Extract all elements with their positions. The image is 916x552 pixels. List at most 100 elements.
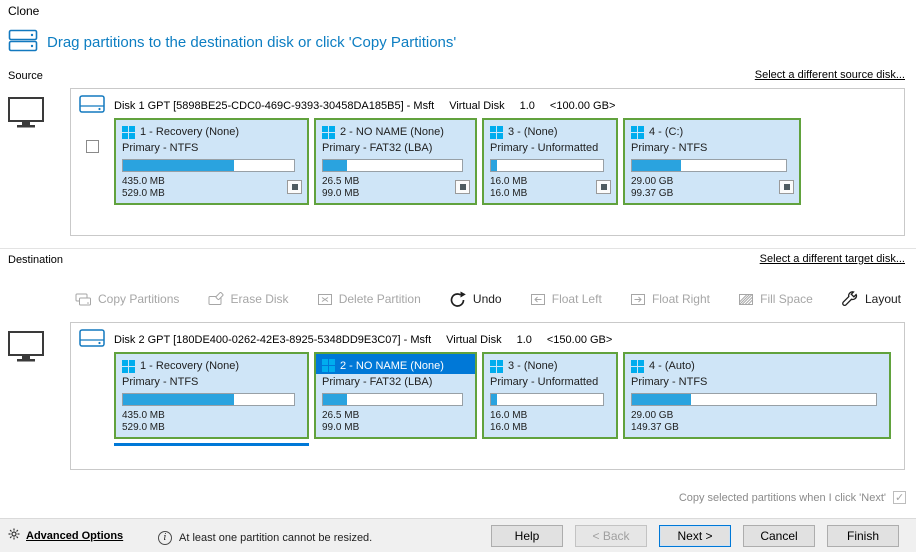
float-right-button: Float Right [630,292,710,307]
partition-usage-fill [632,160,681,171]
partition-total-size: 16.0 MB [490,188,610,200]
partition-sizes: 26.5 MB 99.0 MB [322,410,469,434]
partition-total-size: 529.0 MB [122,188,301,200]
undo-button[interactable]: Undo [449,291,502,308]
square-icon [784,184,790,190]
partition-sizes: 29.00 GB 149.37 GB [631,410,883,434]
partition-title-row: 2 - NO NAME (None) [322,124,469,140]
windows-logo-icon [322,359,335,372]
partition-title-row: 4 - (Auto) [631,358,883,374]
destination-disk-header: Disk 2 GPT [180DE400-0262-42E3-8925-5348… [79,327,612,352]
partition-menu-button[interactable] [596,180,611,194]
partition-menu-button[interactable] [455,180,470,194]
computer-icon [6,330,46,367]
help-button[interactable]: Help [491,525,563,547]
windows-logo-icon [122,360,135,373]
partition-usage-fill [123,394,234,405]
select-source-disk-link[interactable]: Select a different source disk... [755,69,905,81]
partition-usage-bar [122,393,295,406]
erase-disk-button: Erase Disk [208,292,289,307]
next-button[interactable]: Next > [659,525,731,547]
partition-total-size: 149.37 GB [631,422,883,434]
partition-box[interactable]: 3 - (None) Primary - Unformatted 16.0 MB… [482,118,618,205]
partition-usage-fill [123,160,234,171]
partition-sizes: 435.0 MB 529.0 MB [122,410,301,434]
partition-type: Primary - NTFS [631,142,793,154]
partition-sizes: 29.00 GB 99.37 GB [631,176,793,200]
cancel-button[interactable]: Cancel [743,525,815,547]
gear-icon [8,528,20,543]
clone-disks-icon [8,27,38,58]
section-divider [0,248,916,249]
windows-logo-icon [490,360,503,373]
windows-logo-icon [322,126,335,139]
partition-type: Primary - FAT32 (LBA) [322,142,469,154]
partition-usage-fill [323,394,347,405]
partition-title-row: 4 - (C:) [631,124,793,140]
partition-type: Primary - Unformatted [490,142,610,154]
partition-menu-button[interactable] [779,180,794,194]
partition-label: 3 - (None) [508,360,558,372]
partition-sizes: 16.0 MB 16.0 MB [490,410,610,434]
partition-usage-bar [322,159,463,172]
float-left-icon [530,292,546,307]
copy-partitions-button: Copy Partitions [75,292,179,307]
partition-label: 1 - Recovery (None) [140,126,239,138]
undo-icon [449,291,467,308]
delete-partition-button: Delete Partition [317,292,421,307]
source-section-label: Source [8,70,43,82]
windows-logo-icon [490,126,503,139]
partition-sizes: 435.0 MB 529.0 MB [122,176,301,200]
partition-label: 2 - NO NAME (None) [340,126,444,138]
finish-button[interactable]: Finish [827,525,899,547]
partition-used-size: 29.00 GB [631,410,883,422]
partition-box[interactable]: 4 - (Auto) Primary - NTFS 29.00 GB 149.3… [623,352,891,439]
partition-total-size: 16.0 MB [490,422,610,434]
source-disk-checkbox[interactable] [86,140,99,153]
partition-box[interactable]: 1 - Recovery (None) Primary - NTFS 435.0… [114,118,309,205]
toolbar-button-label: Float Right [652,292,710,306]
partition-usage-bar [490,159,604,172]
partition-used-size: 435.0 MB [122,410,301,422]
page-title: Clone [8,4,39,18]
partition-label: 4 - (C:) [649,126,683,138]
partition-box[interactable]: 2 - NO NAME (None) Primary - FAT32 (LBA)… [314,352,477,439]
partition-usage-fill [491,160,497,171]
layout-button[interactable]: Layout [841,291,901,308]
destination-partitions: 1 - Recovery (None) Primary - NTFS 435.0… [114,352,891,439]
partition-type: Primary - Unformatted [490,376,610,388]
partition-box[interactable]: 1 - Recovery (None) Primary - NTFS 435.0… [114,352,309,439]
square-icon [601,184,607,190]
copy-partitions-icon [75,292,92,307]
fill-space-button: Fill Space [738,292,813,307]
partition-used-size: 29.00 GB [631,176,793,188]
partition-usage-bar [490,393,604,406]
windows-logo-icon [122,126,135,139]
status-message: i At least one partition cannot be resiz… [158,531,372,545]
square-icon [292,184,298,190]
clone-wizard-window: Clone Drag partitions to the destination… [0,0,916,552]
partition-label: 1 - Recovery (None) [140,360,239,372]
square-icon [460,184,466,190]
toolbar-button-label: Float Left [552,292,602,306]
partition-menu-button[interactable] [287,180,302,194]
partition-sizes: 26.5 MB 99.0 MB [322,176,469,200]
partition-box[interactable]: 2 - NO NAME (None) Primary - FAT32 (LBA)… [314,118,477,205]
back-button: < Back [575,525,647,547]
partition-box[interactable]: 4 - (C:) Primary - NTFS 29.00 GB 99.37 G… [623,118,801,205]
partition-type: Primary - NTFS [631,376,883,388]
select-target-disk-link[interactable]: Select a different target disk... [760,253,905,265]
partition-type: Primary - NTFS [122,376,301,388]
toolbar-button-label: Layout [865,292,901,306]
toolbar-button-label: Copy Partitions [98,292,179,306]
disk-size: <100.00 GB> [550,100,615,112]
destination-disk-panel: Disk 2 GPT [180DE400-0262-42E3-8925-5348… [70,322,905,470]
partition-total-size: 99.0 MB [322,188,469,200]
toolbar-button-label: Fill Space [760,292,813,306]
advanced-options-link[interactable]: Advanced Options [8,528,123,543]
partition-usage-fill [323,160,347,171]
disk-title: Disk 1 GPT [5898BE25-CDC0-469C-9393-3045… [114,100,434,112]
disk-size: <150.00 GB> [547,334,612,346]
partition-box[interactable]: 3 - (None) Primary - Unformatted 16.0 MB… [482,352,618,439]
computer-icon [6,96,46,133]
